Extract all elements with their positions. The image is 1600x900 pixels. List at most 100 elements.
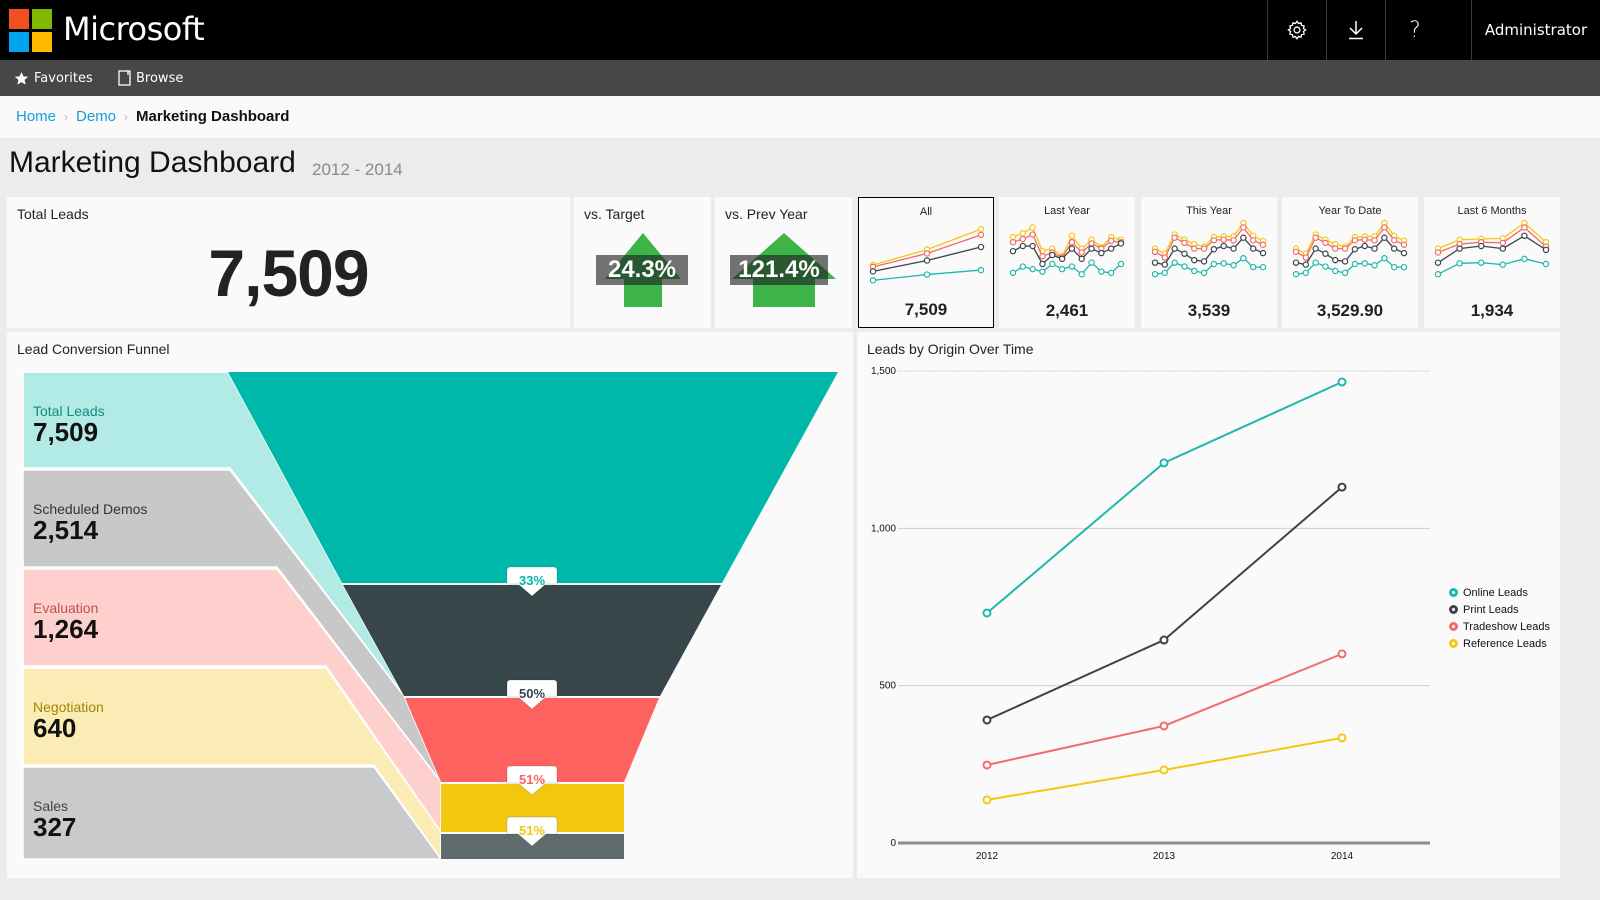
- sparkline-point: [1039, 268, 1046, 275]
- sparkline-print: [1437, 235, 1547, 264]
- sparkline-point: [1230, 245, 1237, 252]
- funnel-band-sales: [22, 766, 443, 860]
- sparkline-point: [1098, 268, 1105, 275]
- sparkline-point: [1078, 249, 1085, 256]
- sparkline-point: [977, 231, 985, 239]
- help-button[interactable]: ?: [1385, 0, 1444, 60]
- download-icon: [1349, 21, 1363, 40]
- legend-item-print[interactable]: Print Leads: [1449, 601, 1550, 618]
- sparkline-point: [1161, 261, 1169, 268]
- sparkline-point: [1029, 265, 1036, 273]
- user-menu[interactable]: Administrator: [1471, 0, 1600, 60]
- sparkline-point: [1259, 241, 1267, 248]
- sparkline-point: [1371, 262, 1378, 269]
- period-card-title: Year To Date: [1318, 205, 1382, 217]
- sparkline-point: [1200, 269, 1208, 277]
- sparkline-point: [1068, 263, 1076, 270]
- period-card-last-6-months[interactable]: Last 6 Months 1,934: [1424, 197, 1560, 328]
- funnel-segment-scheduled-demos: [343, 585, 721, 696]
- sparkline-point: [1302, 261, 1310, 268]
- sparkline-point: [1361, 236, 1368, 243]
- sparkline-point: [923, 250, 931, 257]
- sparkline-reference: [1154, 221, 1264, 255]
- sparkline-point: [1117, 260, 1125, 268]
- sparkline-point: [1088, 259, 1095, 266]
- sparkline-point: [1078, 271, 1085, 278]
- sparkline-point: [1240, 224, 1247, 231]
- sparkline-point: [923, 271, 931, 278]
- sparkline-point: [1351, 237, 1359, 244]
- legend-item-tradeshow[interactable]: Tradeshow Leads: [1449, 618, 1550, 635]
- download-button[interactable]: [1326, 0, 1385, 60]
- sparkline-point: [977, 225, 985, 233]
- period-card-this-year[interactable]: This Year 3,539: [1141, 197, 1277, 328]
- sparkline-point: [1088, 240, 1095, 247]
- data-point-reference: [1159, 765, 1169, 775]
- period-card-title: All: [919, 206, 933, 218]
- sparkline-point: [1292, 248, 1300, 255]
- funnel-stage-value: 640: [33, 713, 77, 743]
- x-tick-label: 2013: [1153, 851, 1176, 862]
- legend-item-online[interactable]: Online Leads: [1449, 584, 1550, 601]
- sparkline-point: [1039, 253, 1046, 260]
- legend-marker-icon: [1449, 588, 1458, 597]
- sparkline-point: [1210, 246, 1218, 253]
- sparkline-point: [1400, 241, 1408, 248]
- period-card-year-to-date[interactable]: Year To Date 3,529.90: [1282, 197, 1418, 328]
- sparkline-point: [1220, 242, 1227, 250]
- sparkline-point: [1210, 237, 1218, 244]
- legend-item-reference[interactable]: Reference Leads: [1449, 635, 1550, 652]
- sparkline-point: [1107, 269, 1115, 277]
- sparkline-point: [1068, 245, 1076, 252]
- sparkline-point: [1220, 260, 1227, 267]
- sparkline-point: [1009, 269, 1017, 277]
- sparkline-point: [1210, 260, 1218, 268]
- settings-button[interactable]: [1267, 0, 1326, 60]
- sparkline-point: [1098, 249, 1105, 257]
- sparkline-point: [1200, 258, 1208, 265]
- sparkline-point: [1351, 246, 1359, 253]
- sparkline-point: [1240, 255, 1247, 262]
- data-point-online: [982, 608, 992, 618]
- legend-label: Reference Leads: [1463, 637, 1547, 650]
- y-tick-label: 1,000: [871, 523, 896, 534]
- sparkline-point: [1171, 259, 1178, 266]
- data-point-tradeshow: [982, 760, 992, 770]
- sparkline-point: [1292, 271, 1300, 278]
- sparkline-point: [1292, 259, 1300, 266]
- sparkline-point: [869, 277, 877, 284]
- period-card-all[interactable]: All 7,509: [858, 197, 994, 328]
- sparkline-online: [1437, 258, 1547, 275]
- sparkline-point: [1039, 260, 1046, 268]
- series-line-print: [986, 486, 1343, 721]
- period-card-value: 7,509: [904, 300, 948, 319]
- sparkline-chart: [1434, 219, 1550, 278]
- period-card-last-year[interactable]: Last Year 2,461: [999, 197, 1135, 328]
- sparkline-point: [977, 266, 985, 274]
- chart-legend: Online Leads Print Leads Tradeshow Leads Re…: [1449, 584, 1550, 652]
- funnel-stage-value: 2,514: [33, 515, 99, 545]
- gear-icon: [1287, 20, 1307, 40]
- sparkline-point: [1390, 245, 1398, 252]
- conversion-value: 51%: [519, 823, 545, 838]
- sparkline-chart: [1292, 219, 1408, 278]
- sparkline-point: [1009, 239, 1017, 246]
- sparkline-point: [1049, 260, 1056, 268]
- period-card-title: Last 6 Months: [1457, 205, 1527, 217]
- y-tick-label: 500: [879, 681, 896, 692]
- sparkline-point: [1249, 237, 1257, 244]
- sparkline-point: [1191, 256, 1198, 264]
- data-point-tradeshow: [1337, 649, 1347, 659]
- data-point-online: [1159, 458, 1169, 468]
- y-tick-label: 1,500: [871, 366, 896, 377]
- legend-marker-icon: [1449, 605, 1458, 614]
- sparkline-point: [1312, 245, 1319, 252]
- sparkline-point: [1019, 235, 1027, 243]
- sparkline-point: [1381, 224, 1388, 231]
- sparkline-point: [1068, 232, 1076, 239]
- sparkline-point: [1456, 260, 1463, 267]
- sparkline-point: [1161, 269, 1169, 277]
- sparkline-reference: [1295, 221, 1405, 255]
- sparkline-point: [1181, 263, 1188, 270]
- period-card-title: Last Year: [1044, 205, 1090, 217]
